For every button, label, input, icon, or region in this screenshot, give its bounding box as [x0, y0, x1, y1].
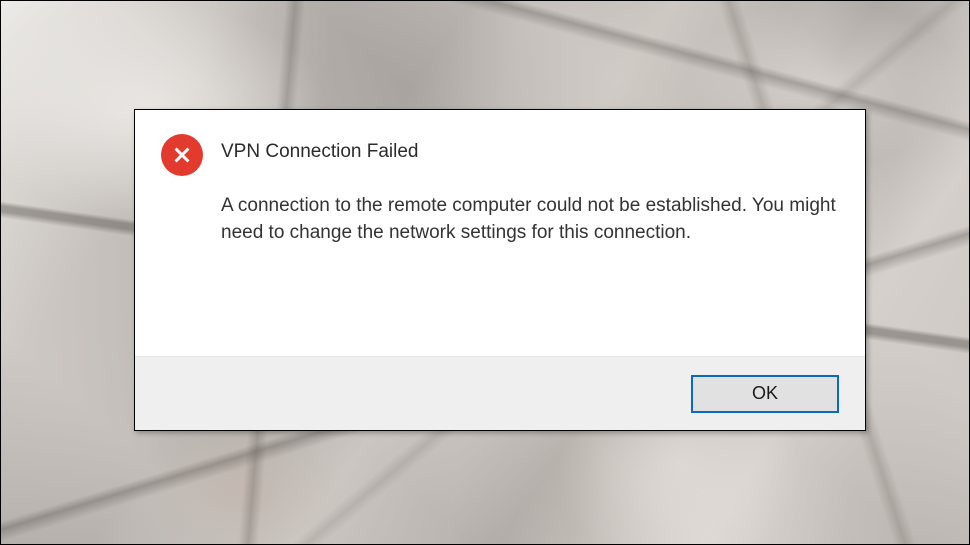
dialog-icon-wrap	[161, 132, 203, 336]
error-dialog: VPN Connection Failed A connection to th…	[134, 109, 866, 431]
dialog-text: VPN Connection Failed A connection to th…	[221, 132, 837, 336]
ok-button[interactable]: OK	[691, 375, 839, 413]
dialog-body: VPN Connection Failed A connection to th…	[135, 110, 865, 356]
dialog-message: A connection to the remote computer coul…	[221, 192, 837, 247]
dialog-footer: OK	[135, 356, 865, 430]
dialog-title: VPN Connection Failed	[221, 138, 837, 166]
error-x-icon	[161, 134, 203, 176]
